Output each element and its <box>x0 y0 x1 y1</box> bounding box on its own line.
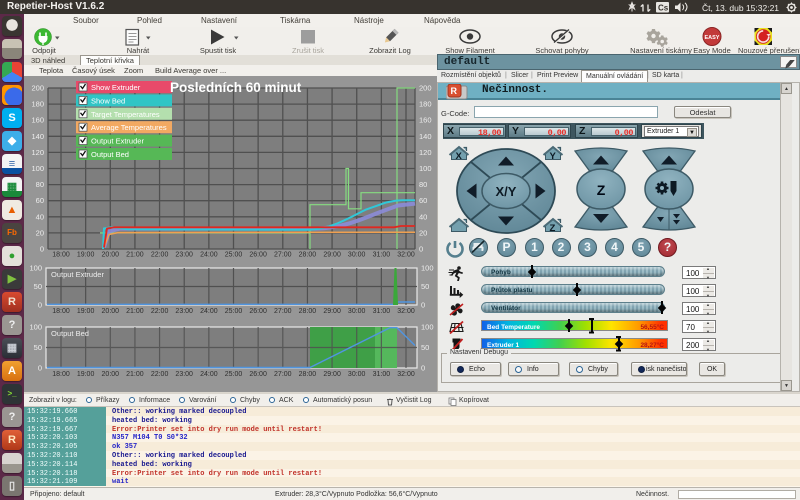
svg-text:18:00: 18:00 <box>52 308 70 315</box>
svg-text:24:00: 24:00 <box>200 308 218 315</box>
svg-text:25:00: 25:00 <box>225 308 243 315</box>
svg-text:100: 100 <box>419 164 432 173</box>
svg-text:100: 100 <box>29 264 42 273</box>
svg-text:23:00: 23:00 <box>175 252 193 259</box>
svg-text:0: 0 <box>421 301 425 310</box>
svg-text:28:00: 28:00 <box>299 308 317 315</box>
svg-text:31:00: 31:00 <box>373 308 391 315</box>
svg-text:50: 50 <box>421 282 429 291</box>
svg-text:29:00: 29:00 <box>323 308 341 315</box>
svg-text:X: X <box>456 151 463 162</box>
svg-text:40: 40 <box>36 212 44 221</box>
svg-text:19:00: 19:00 <box>77 308 95 315</box>
svg-text:Show Extruder: Show Extruder <box>91 83 141 92</box>
svg-text:20: 20 <box>419 228 427 237</box>
svg-text:31:00: 31:00 <box>373 371 391 378</box>
svg-text:30:00: 30:00 <box>348 308 366 315</box>
svg-text:200: 200 <box>419 84 432 93</box>
svg-text:Z: Z <box>550 223 556 234</box>
svg-text:24:00: 24:00 <box>200 371 218 378</box>
svg-text:27:00: 27:00 <box>274 371 292 378</box>
svg-text:0: 0 <box>38 301 42 310</box>
svg-text:20:00: 20:00 <box>102 371 120 378</box>
svg-text:160: 160 <box>419 116 432 125</box>
svg-text:Show Bed: Show Bed <box>91 96 125 105</box>
svg-text:25:00: 25:00 <box>225 371 243 378</box>
svg-text:0: 0 <box>40 245 44 254</box>
svg-text:32:00: 32:00 <box>397 308 415 315</box>
svg-text:200: 200 <box>31 84 44 93</box>
svg-text:Output Bed: Output Bed <box>51 329 89 338</box>
svg-text:Z: Z <box>597 182 606 198</box>
svg-text:140: 140 <box>419 132 432 141</box>
svg-text:40: 40 <box>419 212 427 221</box>
svg-text:60: 60 <box>36 196 44 205</box>
svg-text:60: 60 <box>419 196 427 205</box>
svg-text:18:00: 18:00 <box>52 371 70 378</box>
svg-text:Output Extruder: Output Extruder <box>51 270 104 279</box>
svg-text:27:00: 27:00 <box>274 252 292 259</box>
svg-text:29:00: 29:00 <box>323 371 341 378</box>
svg-text:Y: Y <box>550 151 557 162</box>
svg-text:26:00: 26:00 <box>249 371 267 378</box>
svg-text:0: 0 <box>38 364 42 373</box>
svg-text:Output Bed: Output Bed <box>91 150 129 159</box>
svg-text:80: 80 <box>36 180 44 189</box>
svg-text:21:00: 21:00 <box>126 371 144 378</box>
svg-text:19:00: 19:00 <box>77 371 95 378</box>
svg-text:EASY: EASY <box>705 35 720 41</box>
svg-text:25:00: 25:00 <box>225 252 243 259</box>
svg-text:31:00: 31:00 <box>373 252 391 259</box>
svg-text:Cs: Cs <box>658 4 669 13</box>
svg-text:50: 50 <box>421 343 429 352</box>
svg-text:50: 50 <box>34 343 42 352</box>
svg-text:80: 80 <box>419 180 427 189</box>
svg-text:20:00: 20:00 <box>102 252 120 259</box>
svg-text:23:00: 23:00 <box>175 371 193 378</box>
svg-text:120: 120 <box>31 148 44 157</box>
svg-text:26:00: 26:00 <box>249 308 267 315</box>
svg-text:29:00: 29:00 <box>323 252 341 259</box>
svg-text:18:00: 18:00 <box>52 252 70 259</box>
svg-text:Output Extruder: Output Extruder <box>91 137 144 146</box>
svg-text:24:00: 24:00 <box>200 252 218 259</box>
svg-text:160: 160 <box>31 116 44 125</box>
svg-text:R: R <box>451 86 458 96</box>
svg-text:28:00: 28:00 <box>299 371 317 378</box>
svg-text:20: 20 <box>36 228 44 237</box>
svg-text:23:00: 23:00 <box>175 308 193 315</box>
svg-text:0: 0 <box>421 364 425 373</box>
svg-text:Posledních 60 minut: Posledních 60 minut <box>170 80 302 95</box>
svg-text:140: 140 <box>31 132 44 141</box>
svg-text:Target Temperatures: Target Temperatures <box>91 110 160 119</box>
svg-text:100: 100 <box>421 264 434 273</box>
svg-text:100: 100 <box>31 164 44 173</box>
svg-text:32:00: 32:00 <box>397 252 415 259</box>
svg-text:22:00: 22:00 <box>151 252 169 259</box>
svg-text:120: 120 <box>419 148 432 157</box>
svg-text:0: 0 <box>419 245 423 254</box>
svg-text:21:00: 21:00 <box>126 252 144 259</box>
svg-text:X/Y: X/Y <box>496 184 517 199</box>
svg-text:30:00: 30:00 <box>348 371 366 378</box>
svg-text:100: 100 <box>421 323 434 332</box>
svg-text:22:00: 22:00 <box>151 308 169 315</box>
svg-text:26:00: 26:00 <box>249 252 267 259</box>
svg-text:21:00: 21:00 <box>126 308 144 315</box>
svg-text:180: 180 <box>31 100 44 109</box>
svg-text:180: 180 <box>419 100 432 109</box>
svg-text:20:00: 20:00 <box>102 308 120 315</box>
svg-text:32:00: 32:00 <box>397 371 415 378</box>
svg-text:50: 50 <box>34 282 42 291</box>
svg-text:28:00: 28:00 <box>299 252 317 259</box>
svg-text:27:00: 27:00 <box>274 308 292 315</box>
svg-text:19:00: 19:00 <box>77 252 95 259</box>
svg-text:100: 100 <box>29 323 42 332</box>
svg-text:30:00: 30:00 <box>348 252 366 259</box>
svg-text:Average Temperatures: Average Temperatures <box>91 123 167 132</box>
svg-text:22:00: 22:00 <box>151 371 169 378</box>
